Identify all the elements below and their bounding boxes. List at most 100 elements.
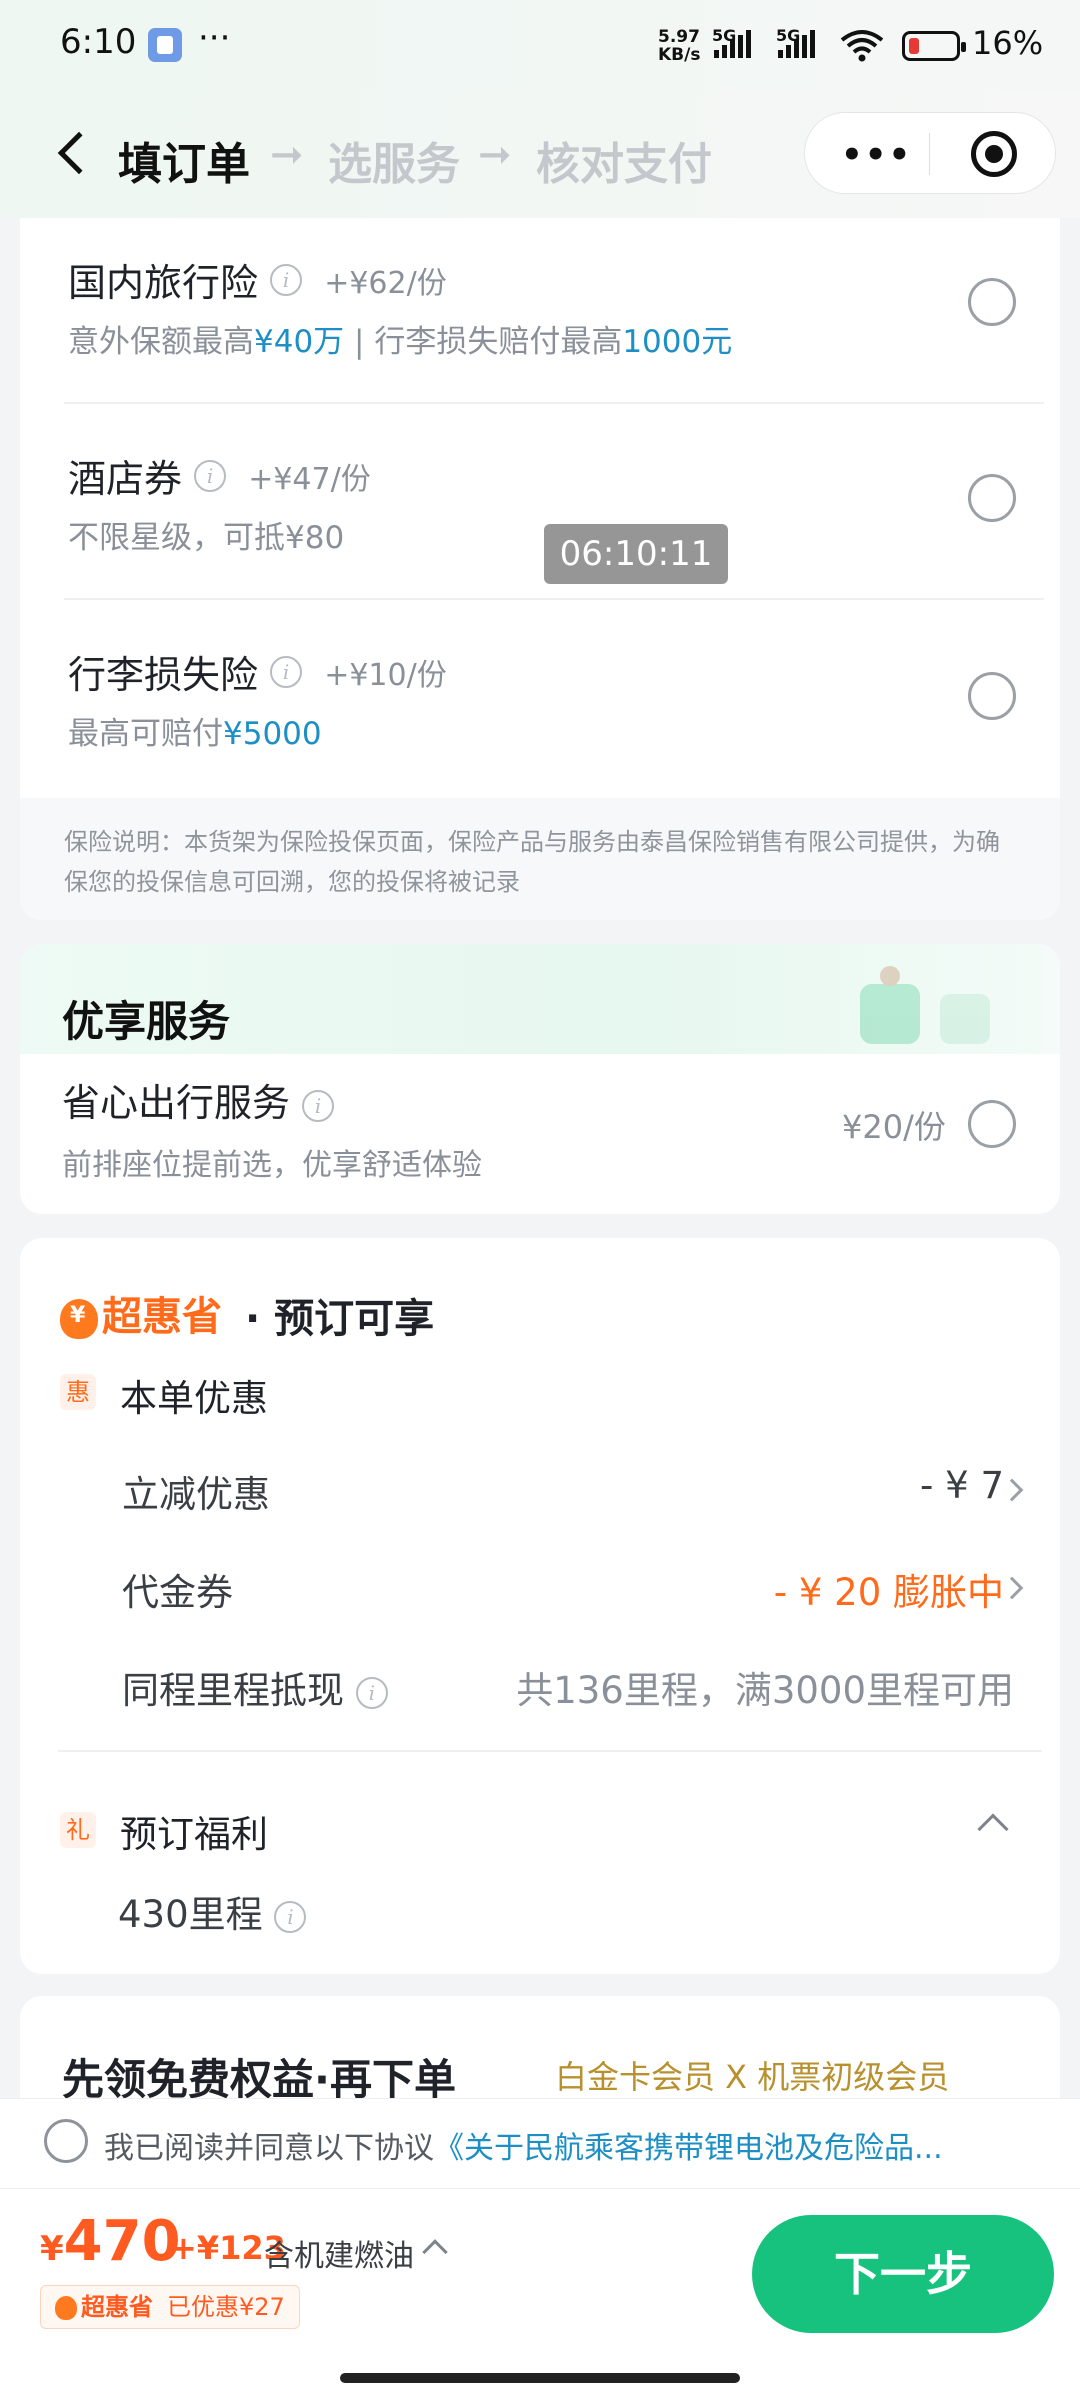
- desc-highlight: ¥40万: [254, 324, 345, 360]
- desc-text: 意外保额最高: [68, 324, 254, 360]
- insurance-note: 保险说明：本货架为保险投保页面，保险产品与服务由泰昌保险销售有限公司提供，为确保…: [20, 798, 1060, 920]
- service-name: 省心出行服务: [62, 1081, 291, 1125]
- insurance-desc: 最高可赔付¥5000: [68, 708, 322, 753]
- voucher-label: 代金券: [122, 1571, 233, 1614]
- chevron-right-icon[interactable]: [1000, 1576, 1024, 1600]
- desc-highlight: 1000元: [622, 324, 733, 360]
- status-bar: 6:10 ··· 5.97 KB/s 5G 5G 16%: [0, 0, 1080, 92]
- info-icon[interactable]: i: [270, 263, 303, 296]
- currency-symbol: ¥: [40, 2229, 64, 2269]
- info-icon[interactable]: i: [194, 459, 227, 492]
- battery-percent: 16%: [972, 24, 1044, 62]
- money-bag-icon: [60, 1299, 98, 1339]
- price-amount: 470: [63, 2209, 181, 2274]
- info-icon[interactable]: i: [274, 1900, 307, 1933]
- service-price: ¥20/份: [842, 1108, 946, 1146]
- insurance-price: +¥62/份: [324, 265, 447, 301]
- service-desc: 前排座位提前选，优享舒适体验: [62, 1148, 482, 1183]
- more-menu-icon[interactable]: •••: [841, 135, 912, 175]
- divider: [64, 598, 1044, 600]
- net-speed: 5.97 KB/s: [658, 28, 700, 64]
- discount-title: · 预订可享: [245, 1296, 435, 1342]
- brand-name: 超惠省: [81, 2293, 153, 2321]
- total-price: ¥470: [40, 2209, 181, 2274]
- service-item-worry-free: 省心出行服务 i: [62, 1072, 335, 1127]
- desc-highlight: ¥5000: [223, 716, 322, 752]
- instant-discount-value[interactable]: - ¥ 7: [920, 1464, 1004, 1507]
- savings-badge: 超惠省 已优惠¥27: [40, 2285, 300, 2329]
- insurance-price: +¥10/份: [324, 657, 447, 693]
- instant-discount-label: 立减优惠: [122, 1473, 270, 1516]
- step-arrow-icon: ➞: [478, 132, 512, 178]
- money-bag-icon: [55, 2296, 77, 2320]
- agreement-bar: 我已阅读并同意以下协议《关于民航乘客携带锂电池及危险品...: [0, 2098, 1080, 2188]
- mileage-cashback-value: 共136里程，满3000里程可用: [516, 1669, 1014, 1712]
- insurance-radio[interactable]: [968, 278, 1016, 326]
- step-select-service: 选服务: [328, 139, 460, 190]
- desc-text: | 行李损失赔付最高: [344, 324, 623, 360]
- capsule-divider: [929, 133, 930, 175]
- insurance-desc: 意外保额最高¥40万 | 行李损失赔付最高1000元: [68, 316, 732, 361]
- status-more-dots: ···: [198, 18, 231, 58]
- chaohuisheng-logo: 超惠省: [60, 1284, 222, 1342]
- insurance-card: 国内旅行险 i +¥62/份 意外保额最高¥40万 | 行李损失赔付最高1000…: [20, 218, 1060, 920]
- insurance-item-luggage-loss: 行李损失险 i +¥10/份: [68, 644, 447, 699]
- nav-bar: 填订单 ➞ 选服务 ➞ 核对支付 •••: [0, 92, 1080, 218]
- chevron-up-icon[interactable]: [422, 2239, 448, 2265]
- saved-amount: 已优惠¥27: [167, 2293, 285, 2321]
- mileage-label-text: 同程里程抵现: [122, 1669, 344, 1712]
- section-label: 本单优惠: [120, 1377, 268, 1420]
- app-notification-icon: [148, 28, 182, 62]
- membership-label: 白金卡会员 X 机票初级会员: [555, 2058, 950, 2096]
- tax-note[interactable]: 含机建燃油: [264, 2231, 414, 2275]
- seat-illustration-icon: [860, 966, 990, 1044]
- signal-sim2-icon: 5G: [776, 26, 846, 60]
- service-heading: 优享服务: [62, 997, 231, 1046]
- insurance-price: +¥47/份: [248, 461, 371, 497]
- status-time: 6:10: [60, 22, 137, 62]
- info-icon[interactable]: i: [302, 1089, 335, 1122]
- info-icon[interactable]: i: [355, 1676, 388, 1709]
- agreement-checkbox[interactable]: [44, 2119, 88, 2163]
- divider: [64, 402, 1044, 404]
- home-indicator[interactable]: [340, 2373, 740, 2383]
- divider: [58, 1750, 1042, 1752]
- signal-sim1-icon: 5G: [712, 26, 782, 60]
- battery-icon: [902, 31, 966, 61]
- desc-text: 最高可赔付: [68, 716, 223, 752]
- step-verify-pay: 核对支付: [536, 139, 712, 190]
- agreement-text: 我已阅读并同意以下协议《关于民航乘客携带锂电池及危险品...: [104, 2123, 984, 2167]
- insurance-title: 国内旅行险: [68, 261, 259, 305]
- bottom-bar: ¥470 +¥123 含机建燃油 超惠省 已优惠¥27 下一步: [0, 2188, 1080, 2400]
- premium-service-card: 优享服务 省心出行服务 i 前排座位提前选，优享舒适体验 ¥20/份: [20, 944, 1060, 1214]
- info-icon[interactable]: i: [270, 655, 303, 688]
- step-fill-order: 填订单: [118, 139, 250, 190]
- discount-tag-icon: 惠: [60, 1374, 96, 1410]
- net-speed-value: 5.97: [658, 27, 700, 47]
- agreement-label: 我已阅读并同意以下协议: [104, 2131, 434, 2166]
- chevron-up-icon[interactable]: [977, 1813, 1009, 1845]
- back-chevron-icon[interactable]: [57, 131, 101, 175]
- timestamp-overlay: 06:10:11: [544, 524, 728, 584]
- miniapp-capsule: •••: [804, 112, 1056, 194]
- chevron-right-icon[interactable]: [1000, 1478, 1024, 1502]
- close-miniapp-icon[interactable]: [971, 131, 1017, 177]
- discount-card: 超惠省 · 预订可享 惠 本单优惠 立减优惠 - ¥ 7 代金券 - ¥ 20 …: [20, 1238, 1060, 1974]
- insurance-item-hotel-coupon: 酒店券 i +¥47/份: [68, 448, 371, 503]
- mileage-cashback-label: 同程里程抵现 i: [122, 1660, 388, 1714]
- insurance-item-domestic-travel: 国内旅行险 i +¥62/份: [68, 252, 447, 307]
- net-speed-unit: KB/s: [658, 45, 701, 65]
- agreement-link[interactable]: 《关于民航乘客携带锂电池及危险品...: [434, 2131, 943, 2166]
- insurance-radio[interactable]: [968, 672, 1016, 720]
- next-step-button[interactable]: 下一步: [752, 2215, 1054, 2333]
- insurance-radio[interactable]: [968, 474, 1016, 522]
- section-label: 预订福利: [120, 1813, 268, 1856]
- benefit-miles: 430里程 i: [118, 1884, 307, 1938]
- wifi-icon: [840, 30, 884, 62]
- service-radio[interactable]: [968, 1100, 1016, 1148]
- insurance-desc: 不限星级，可抵¥80: [68, 520, 345, 556]
- brand-name: 超惠省: [102, 1294, 222, 1340]
- step-arrow-icon: ➞: [270, 132, 304, 178]
- voucher-value[interactable]: - ¥ 20 膨胀中: [774, 1562, 1004, 1616]
- insurance-title: 行李损失险: [68, 653, 259, 697]
